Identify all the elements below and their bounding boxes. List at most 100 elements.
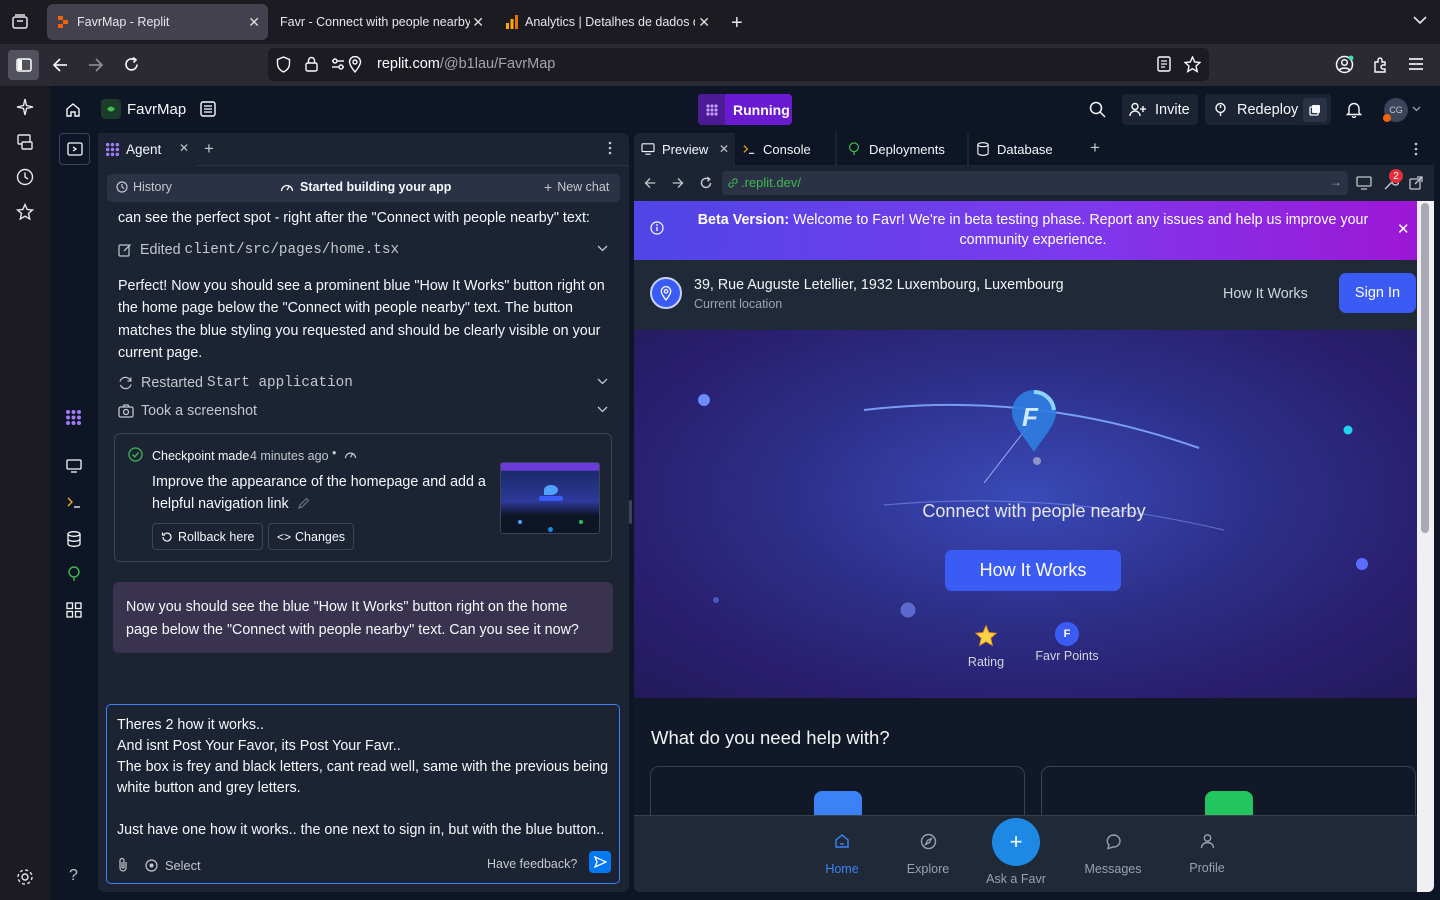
close-icon[interactable]: ✕ bbox=[719, 142, 729, 156]
invite-button[interactable]: Invite bbox=[1122, 94, 1198, 125]
sidebar-toggle-icon[interactable] bbox=[8, 50, 39, 80]
help-icon[interactable]: ? bbox=[69, 867, 78, 885]
sign-in-button[interactable]: Sign In bbox=[1339, 273, 1416, 313]
console-icon[interactable] bbox=[66, 495, 82, 509]
chevron-down-icon[interactable] bbox=[1412, 106, 1421, 112]
tab-deployments[interactable]: Deployments bbox=[837, 133, 967, 165]
feedback-link[interactable]: Have feedback? bbox=[487, 857, 577, 871]
restarted-row[interactable]: Restarted Start application bbox=[118, 373, 608, 393]
chevron-down-icon[interactable] bbox=[1412, 14, 1428, 26]
webview-url-bar[interactable]: .replit.dev/ → bbox=[722, 171, 1348, 195]
close-icon[interactable]: ✕ bbox=[179, 141, 189, 155]
more-options-icon[interactable] bbox=[608, 141, 612, 155]
file-tree-icon[interactable] bbox=[200, 101, 216, 117]
permissions-icon[interactable] bbox=[331, 57, 345, 71]
redeploy-button[interactable]: Redeploy bbox=[1205, 94, 1331, 125]
nav-explore[interactable]: Explore bbox=[903, 833, 953, 876]
attach-icon[interactable] bbox=[117, 857, 129, 872]
device-icon[interactable] bbox=[1356, 176, 1372, 190]
nav-profile[interactable]: Profile bbox=[1186, 833, 1228, 875]
reload-icon[interactable] bbox=[123, 56, 140, 73]
notifications-bell-icon[interactable] bbox=[1346, 101, 1362, 118]
back-icon[interactable] bbox=[52, 57, 68, 73]
tab-preview[interactable]: Preview ✕ bbox=[634, 133, 734, 165]
changes-button[interactable]: <> Changes bbox=[268, 523, 355, 550]
forward-icon[interactable] bbox=[88, 57, 104, 73]
account-icon[interactable] bbox=[1335, 55, 1354, 74]
pane-resize-handle[interactable] bbox=[629, 500, 632, 524]
repl-icon[interactable] bbox=[101, 99, 121, 119]
tab-title: Favr - Connect with people nearby y bbox=[280, 15, 470, 29]
bookmarks-icon[interactable] bbox=[16, 203, 34, 221]
pencil-icon[interactable] bbox=[297, 497, 310, 510]
deployments-icon[interactable] bbox=[66, 566, 82, 582]
open-new-window-icon[interactable] bbox=[1409, 176, 1423, 190]
close-banner-icon[interactable]: ✕ bbox=[1397, 220, 1410, 238]
close-tab-icon[interactable]: ✕ bbox=[248, 14, 260, 31]
select-button[interactable]: Select bbox=[145, 858, 201, 873]
all-tools-icon[interactable] bbox=[66, 602, 82, 618]
extensions-icon[interactable] bbox=[1372, 56, 1389, 73]
run-button[interactable]: Running bbox=[698, 94, 792, 125]
reader-view-icon[interactable] bbox=[1157, 56, 1171, 72]
close-tab-icon[interactable]: ✕ bbox=[698, 14, 710, 31]
bookmark-star-icon[interactable] bbox=[1184, 56, 1201, 73]
new-tab-icon[interactable]: + bbox=[731, 12, 743, 35]
open-url-arrow-icon[interactable]: → bbox=[1330, 175, 1342, 189]
location-pin-icon[interactable] bbox=[650, 277, 682, 309]
shield-icon[interactable] bbox=[276, 56, 291, 73]
synced-tabs-icon[interactable] bbox=[16, 133, 34, 151]
edited-file-row[interactable]: Edited client/src/pages/home.tsx bbox=[118, 240, 608, 260]
new-chat-button[interactable]: + New chat bbox=[544, 180, 609, 194]
tab-list-icon[interactable] bbox=[11, 13, 29, 31]
scrollbar-thumb[interactable] bbox=[1421, 203, 1429, 533]
chat-input[interactable]: Theres 2 how it works.. And isnt Post Yo… bbox=[106, 704, 620, 884]
more-options-icon[interactable] bbox=[1414, 142, 1418, 156]
forward-icon[interactable] bbox=[672, 177, 684, 189]
hero-how-it-works-button[interactable]: How It Works bbox=[945, 550, 1121, 591]
deploy-options-icon[interactable] bbox=[1303, 97, 1327, 122]
settings-icon[interactable] bbox=[16, 868, 34, 886]
send-button[interactable] bbox=[589, 851, 611, 873]
reload-icon[interactable] bbox=[699, 176, 713, 190]
files-toggle-icon[interactable] bbox=[59, 133, 90, 165]
search-icon[interactable] bbox=[1089, 101, 1106, 118]
nav-messages[interactable]: Messages bbox=[1082, 833, 1144, 876]
database-icon[interactable] bbox=[67, 531, 81, 547]
webview-scrollbar[interactable] bbox=[1417, 201, 1434, 892]
browser-tab-favr[interactable]: Favr - Connect with people nearby y ✕ bbox=[270, 4, 492, 40]
browser-tab-analytics[interactable]: Analytics | Detalhes de dados d ✕ bbox=[496, 4, 718, 40]
lock-icon[interactable] bbox=[305, 56, 318, 72]
screenshot-row[interactable]: Took a screenshot bbox=[118, 401, 608, 421]
location-sublabel: Current location bbox=[694, 297, 783, 311]
history-button[interactable]: History bbox=[116, 180, 172, 194]
nav-ask-a-favr[interactable]: + Ask a Favr bbox=[980, 818, 1052, 886]
ai-sparkle-icon[interactable] bbox=[16, 98, 34, 116]
how-it-works-link[interactable]: How It Works bbox=[1223, 286, 1308, 302]
history-icon[interactable] bbox=[16, 168, 34, 186]
add-tab-icon[interactable]: + bbox=[1090, 138, 1100, 158]
tab-database[interactable]: Database bbox=[969, 133, 1079, 165]
invite-label: Invite bbox=[1155, 101, 1190, 118]
add-tab-icon[interactable]: + bbox=[204, 139, 214, 159]
avatar-initials: CG bbox=[1389, 105, 1403, 115]
chat-input-text[interactable]: Theres 2 how it works.. And isnt Post Yo… bbox=[117, 715, 611, 841]
rollback-button[interactable]: Rollback here bbox=[152, 523, 264, 550]
back-icon[interactable] bbox=[644, 177, 656, 189]
changes-label: Changes bbox=[295, 529, 346, 544]
agent-icon[interactable] bbox=[65, 409, 82, 426]
close-tab-icon[interactable]: ✕ bbox=[472, 14, 484, 31]
menu-icon[interactable] bbox=[1408, 57, 1424, 71]
location-pin-icon[interactable] bbox=[348, 56, 362, 73]
nav-home[interactable]: Home bbox=[822, 833, 862, 876]
url-bar[interactable]: replit.com/@b1lau/FavrMap bbox=[268, 48, 1209, 81]
location-address[interactable]: 39, Rue Auguste Letellier, 1932 Luxembou… bbox=[694, 277, 1064, 293]
browser-tab-favrmap[interactable]: FavrMap - Replit ✕ bbox=[47, 4, 268, 40]
repl-name[interactable]: FavrMap bbox=[127, 101, 186, 118]
tab-console[interactable]: Console bbox=[735, 133, 835, 165]
tab-agent[interactable]: Agent ✕ bbox=[98, 133, 196, 166]
checkpoint-thumbnail[interactable] bbox=[500, 462, 600, 534]
agent-message: Perfect! Now you should see a prominent … bbox=[118, 278, 605, 361]
home-icon[interactable] bbox=[65, 102, 81, 118]
webview-icon[interactable] bbox=[66, 459, 82, 473]
